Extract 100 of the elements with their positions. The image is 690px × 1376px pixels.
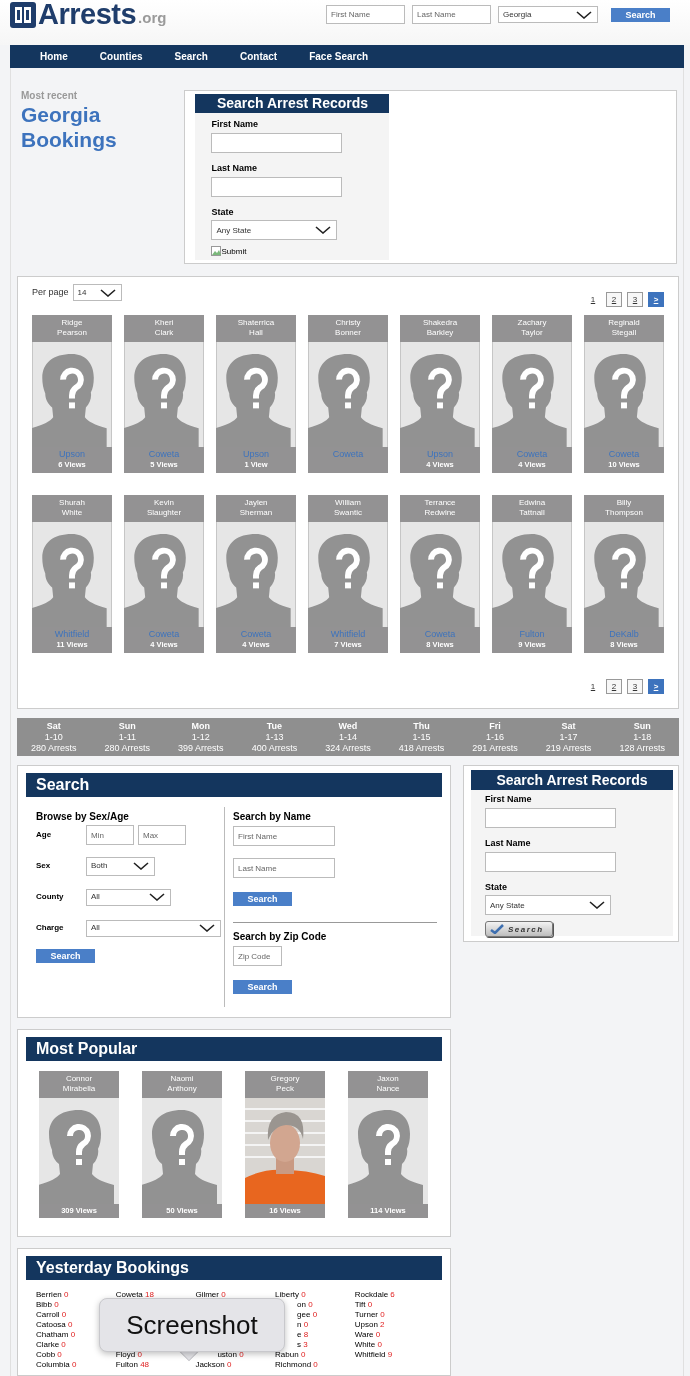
- first-name-field[interactable]: First Name: [233, 826, 335, 846]
- form-title: Search Arrest Records: [195, 94, 390, 113]
- page-link[interactable]: 2: [606, 679, 622, 694]
- broken-image-icon: [211, 246, 222, 257]
- booking-count: 2: [380, 1320, 385, 1329]
- age-field[interactable]: Min: [86, 825, 134, 845]
- nav-link[interactable]: Counties: [99, 50, 143, 63]
- silhouette-icon: [39, 1098, 119, 1204]
- page-link[interactable]: 2: [606, 292, 622, 307]
- check-icon: [490, 924, 504, 935]
- county-link[interactable]: Gilmer: [195, 1290, 219, 1299]
- person-name: Gregory Peck: [269, 1073, 301, 1095]
- county-link[interactable]: Jackson: [195, 1360, 225, 1369]
- person-name: Kevin Slaughter: [145, 497, 183, 519]
- county-link[interactable]: Cobb: [36, 1350, 56, 1359]
- county-link[interactable]: Fulton: [115, 1360, 138, 1369]
- silhouette-icon: [584, 522, 664, 627]
- county-link[interactable]: Chatham: [36, 1330, 69, 1339]
- caret-icon: [133, 862, 149, 870]
- charge-select[interactable]: All: [86, 919, 221, 937]
- domain-suffix: .org: [138, 8, 167, 28]
- age-field[interactable]: Max: [138, 825, 186, 845]
- county-link[interactable]: Floyd: [115, 1350, 136, 1359]
- booking-count: 3: [303, 1340, 308, 1349]
- county-link[interactable]: on: [297, 1300, 306, 1309]
- county-link[interactable]: Clarke: [36, 1340, 60, 1349]
- county-link[interactable]: Carroll: [36, 1310, 60, 1319]
- text-field[interactable]: [211, 132, 343, 153]
- county-link[interactable]: Tift: [354, 1300, 366, 1309]
- first-name-field[interactable]: First Name: [326, 5, 405, 24]
- next-page-button[interactable]: >: [648, 292, 664, 307]
- silhouette-icon: [400, 342, 480, 447]
- county-link[interactable]: uston: [217, 1350, 237, 1359]
- county-link[interactable]: Richmond: [275, 1360, 312, 1369]
- county-link[interactable]: Berrien: [36, 1290, 62, 1299]
- nav-link[interactable]: Search: [174, 50, 208, 63]
- county-link[interactable]: Rabun: [275, 1350, 299, 1359]
- silhouette-icon: [124, 342, 204, 447]
- silhouette-icon: [32, 522, 112, 627]
- booking-count: 0: [377, 1340, 382, 1349]
- page-link[interactable]: 1: [585, 679, 601, 694]
- search-button[interactable]: Search: [485, 921, 553, 938]
- page-link[interactable]: 3: [627, 292, 643, 307]
- county-link[interactable]: Bibb: [36, 1300, 52, 1309]
- last-name-field[interactable]: Last Name: [412, 5, 491, 24]
- person-name: Jaxon Nance: [375, 1073, 401, 1095]
- county-link[interactable]: White: [354, 1340, 376, 1349]
- sex-select[interactable]: Both: [86, 856, 155, 876]
- booking-count: 0: [308, 1300, 313, 1309]
- state-select[interactable]: Georgia: [498, 6, 598, 23]
- search-button[interactable]: Search: [611, 7, 670, 22]
- county-select[interactable]: All: [86, 888, 171, 906]
- county-link[interactable]: s: [297, 1340, 302, 1349]
- section-heading: Search by Zip Code: [233, 931, 328, 943]
- field-label: Last Name: [485, 837, 532, 849]
- county-link[interactable]: e: [297, 1330, 302, 1339]
- nav-link[interactable]: Face Search: [309, 50, 369, 63]
- silhouette-icon: [308, 342, 388, 447]
- county-link[interactable]: Columbia: [36, 1360, 70, 1369]
- county-link[interactable]: Whitfield: [354, 1350, 386, 1359]
- field-label: Age: [36, 830, 53, 840]
- text-field[interactable]: [485, 807, 616, 828]
- site-name: Arrests: [38, 0, 137, 28]
- section-heading: Search by Name: [233, 811, 312, 823]
- per-page-select[interactable]: 14: [72, 284, 122, 301]
- text-field[interactable]: [211, 176, 343, 197]
- person-name: Terrance Redwine: [423, 497, 457, 519]
- county-link[interactable]: gee: [297, 1310, 311, 1319]
- booking-count: 0: [137, 1350, 142, 1359]
- silhouette-icon: [216, 522, 296, 627]
- search-button[interactable]: Search: [233, 892, 292, 906]
- booking-count: 6: [390, 1290, 395, 1299]
- booking-count: 8: [303, 1330, 309, 1339]
- nav-link[interactable]: Home: [40, 50, 68, 63]
- zip-code-field[interactable]: Zip Code: [233, 946, 282, 966]
- county-link[interactable]: Turner: [354, 1310, 378, 1319]
- state-select[interactable]: Any State: [211, 220, 338, 241]
- search-button[interactable]: Search: [233, 980, 292, 994]
- county-link[interactable]: Rockdale: [354, 1290, 389, 1299]
- text-field[interactable]: [485, 851, 616, 872]
- page-link[interactable]: 3: [627, 679, 643, 694]
- search-button[interactable]: Search: [36, 949, 95, 963]
- caret-icon: [576, 10, 592, 19]
- county-link[interactable]: Upson: [354, 1320, 378, 1329]
- person-name: Billy Thompson: [604, 497, 644, 519]
- page-link[interactable]: 1: [585, 292, 601, 307]
- next-page-button[interactable]: >: [648, 679, 664, 694]
- submit-image-button[interactable]: Submit: [211, 246, 247, 257]
- section-title: Most Popular: [26, 1037, 442, 1061]
- county-link[interactable]: Ware: [354, 1330, 374, 1339]
- state-select[interactable]: Any State: [485, 895, 611, 916]
- county-link[interactable]: Liberty: [275, 1290, 300, 1299]
- silhouette-icon: [216, 342, 296, 447]
- last-name-field[interactable]: Last Name: [233, 858, 335, 878]
- county-link[interactable]: Catoosa: [36, 1320, 66, 1329]
- person-name: Reginald Stegall: [607, 317, 641, 339]
- county-link[interactable]: n: [297, 1320, 302, 1329]
- county-link[interactable]: Coweta: [115, 1290, 143, 1299]
- field-label: Last Name: [211, 162, 258, 174]
- nav-link[interactable]: Contact: [239, 50, 278, 63]
